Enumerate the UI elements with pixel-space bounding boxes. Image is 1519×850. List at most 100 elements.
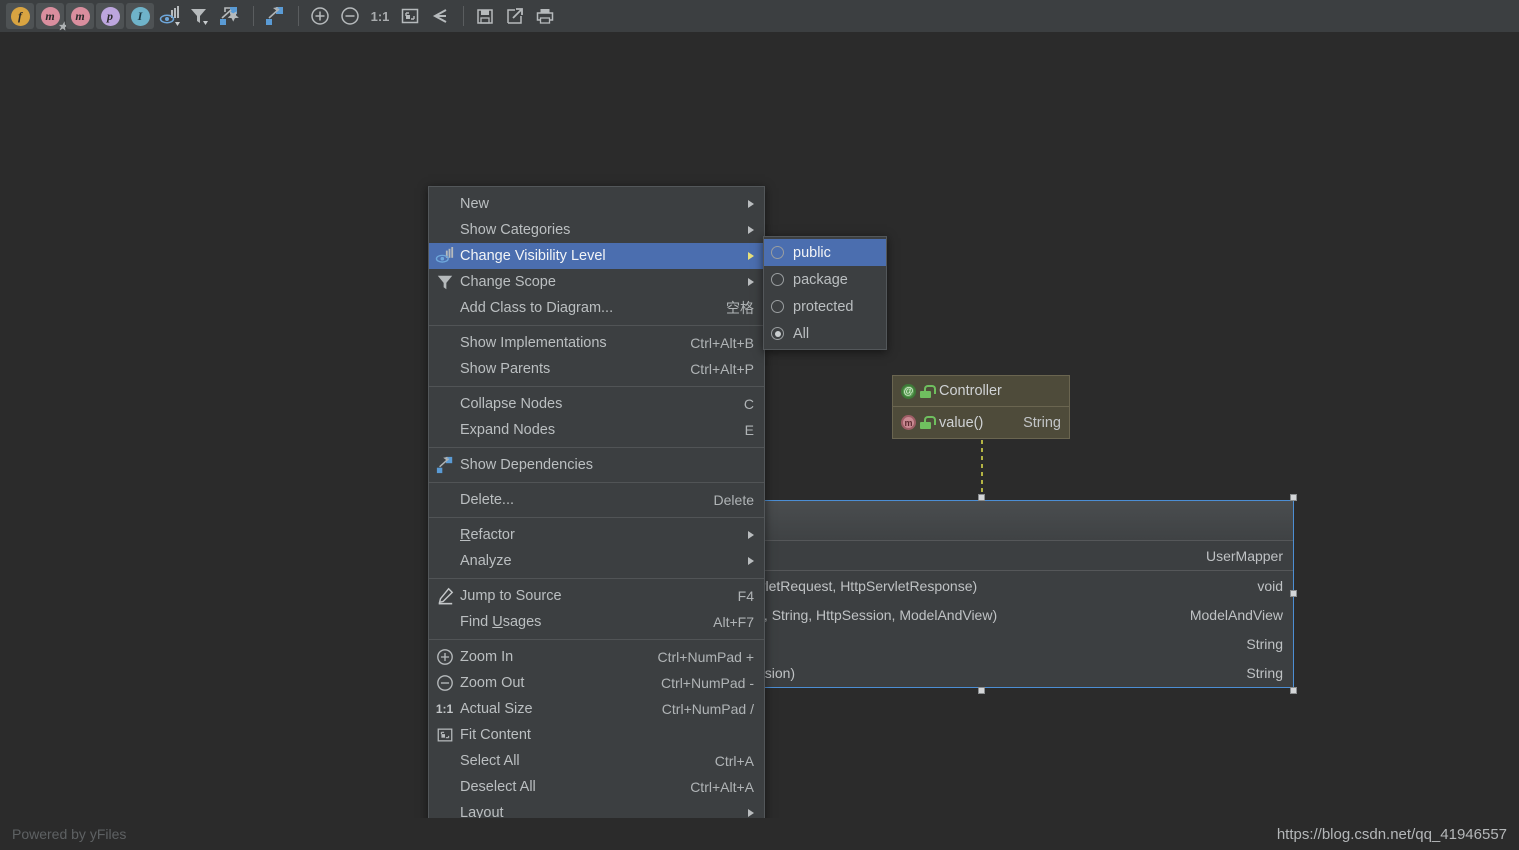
- menu-item-show-dependencies[interactable]: Show Dependencies: [429, 452, 764, 478]
- selection-handle-top-right[interactable]: [1290, 494, 1297, 501]
- fit-content-icon: [400, 6, 420, 26]
- filter-funnel-icon: [429, 271, 460, 293]
- class-node[interactable]: Controller er UserMapper ode(HttpServlet…: [672, 500, 1294, 688]
- zoom-in-button[interactable]: [306, 3, 334, 29]
- status-bar: Powered by yFiles https://blog.csdn.net/…: [0, 818, 1519, 850]
- radio-button-icon[interactable]: [771, 273, 784, 286]
- apply-layout-icon: [430, 6, 450, 26]
- visibility-option-label: protected: [793, 298, 854, 315]
- menu-item-refactor[interactable]: Refactor: [429, 522, 764, 548]
- show-methods-toggle[interactable]: m: [66, 3, 94, 29]
- change-scope-button[interactable]: [186, 3, 214, 29]
- menu-item-deselect-all[interactable]: Deselect All Ctrl+Alt+A: [429, 774, 764, 800]
- menu-item-show-categories[interactable]: Show Categories: [429, 217, 764, 243]
- menu-item-jump-to-source[interactable]: Jump to Source F4: [429, 583, 764, 609]
- menu-item-delete[interactable]: Delete... Delete: [429, 487, 764, 513]
- menu-item-shortcut: Ctrl+NumPad -: [661, 675, 754, 691]
- toolbar-separator-3: [463, 6, 464, 26]
- menu-item-expand-nodes[interactable]: Expand Nodes E: [429, 417, 764, 443]
- class-field-row[interactable]: er UserMapper: [673, 541, 1293, 570]
- show-constructors-toggle[interactable]: m: [36, 3, 67, 32]
- class-method-row[interactable]: String, String, String, HttpSession, Mod…: [673, 600, 1293, 629]
- selection-handle-top[interactable]: [978, 494, 985, 501]
- diagram-editor-root: f m m p I 1:1 @ Controller m value() Str…: [0, 0, 1519, 850]
- menu-item-zoom-in[interactable]: Zoom In Ctrl+NumPad +: [429, 644, 764, 670]
- menu-item-actual-size[interactable]: 1:1 Actual Size Ctrl+NumPad /: [429, 696, 764, 722]
- menu-item-zoom-out[interactable]: Zoom Out Ctrl+NumPad -: [429, 670, 764, 696]
- menu-item-show-parents[interactable]: Show Parents Ctrl+Alt+P: [429, 356, 764, 382]
- menu-item-label: Show Categories: [460, 222, 571, 238]
- menu-item-show-implementations[interactable]: Show Implementations Ctrl+Alt+B: [429, 330, 764, 356]
- annotation-node[interactable]: @ Controller m value() String: [892, 375, 1070, 439]
- menu-item-shortcut: Ctrl+NumPad /: [661, 701, 754, 717]
- show-dependencies-button[interactable]: [216, 3, 244, 29]
- visibility-option-all[interactable]: All: [764, 320, 886, 347]
- class-node-methods-section: ode(HttpServletRequest, HttpServletRespo…: [673, 571, 1293, 687]
- menu-item-icon-empty: [429, 419, 460, 441]
- annotation-node-title: Controller: [939, 383, 1002, 399]
- visibility-option-public[interactable]: public: [764, 239, 886, 266]
- annotation-member-row[interactable]: m value() String: [893, 407, 1069, 438]
- radio-button-icon[interactable]: [771, 327, 784, 340]
- radio-button-icon[interactable]: [771, 246, 784, 259]
- annotation-at-icon: @: [901, 383, 916, 399]
- menu-separator: [429, 517, 764, 518]
- change-visibility-level-button[interactable]: [156, 3, 184, 29]
- eye-visibility-icon: [159, 6, 181, 26]
- selection-handle-bottom-right[interactable]: [1290, 687, 1297, 694]
- method-star-badge-icon: m: [40, 6, 67, 32]
- class-method-type: String: [1246, 664, 1283, 681]
- menu-item-label: Add Class to Diagram...: [460, 300, 614, 316]
- menu-item-shortcut: Ctrl+Alt+B: [690, 335, 754, 351]
- menu-item-change-scope[interactable]: Change Scope: [429, 269, 764, 295]
- eye-visibility-icon: [429, 245, 460, 267]
- actual-size-button[interactable]: 1:1: [366, 3, 394, 29]
- show-inner-classes-toggle[interactable]: I: [126, 3, 154, 29]
- show-fields-toggle[interactable]: f: [6, 3, 34, 29]
- menu-item-fit-content[interactable]: Fit Content: [429, 722, 764, 748]
- menu-item-analyze[interactable]: Analyze: [429, 548, 764, 574]
- class-method-row[interactable]: date(HttpSession) String: [673, 658, 1293, 687]
- class-field-type: UserMapper: [1205, 547, 1283, 564]
- menu-separator: [429, 447, 764, 448]
- apply-layout-button[interactable]: [426, 3, 454, 29]
- field-badge-icon: f: [10, 6, 30, 26]
- radio-button-icon[interactable]: [771, 300, 784, 313]
- zoom-out-button[interactable]: [336, 3, 364, 29]
- menu-item-label: Find Usages: [460, 614, 542, 630]
- visibility-level-submenu[interactable]: public package protected All: [763, 236, 887, 350]
- menu-item-add-class-to-diagram[interactable]: Add Class to Diagram... 空格: [429, 295, 764, 321]
- diagram-context-menu[interactable]: New Show Categories Change Visibility Lev…: [428, 186, 765, 850]
- visibility-option-protected[interactable]: protected: [764, 293, 886, 320]
- annotation-member-type: String: [1023, 414, 1061, 431]
- visibility-option-package[interactable]: package: [764, 266, 886, 293]
- selection-handle-right[interactable]: [1290, 590, 1297, 597]
- menu-item-shortcut: Ctrl+Alt+A: [690, 779, 754, 795]
- menu-item-select-all[interactable]: Select All Ctrl+A: [429, 748, 764, 774]
- print-button[interactable]: [531, 3, 559, 29]
- export-button[interactable]: [501, 3, 529, 29]
- class-method-row[interactable]: ode(HttpServletRequest, HttpServletRespo…: [673, 571, 1293, 600]
- show-properties-toggle[interactable]: p: [96, 3, 124, 29]
- menu-item-shortcut: Delete: [713, 492, 754, 508]
- menu-item-find-usages[interactable]: Find Usages Alt+F7: [429, 609, 764, 635]
- menu-item-label: Show Implementations: [460, 335, 607, 351]
- menu-item-icon-empty: [429, 297, 460, 319]
- menu-item-label: Actual Size: [460, 701, 533, 717]
- toolbar-separator-2: [298, 6, 299, 26]
- actual-size-icon: 1:1: [370, 8, 390, 24]
- menu-item-label: Show Parents: [460, 361, 551, 377]
- show-dependencies-alt-button[interactable]: [261, 3, 289, 29]
- menu-item-collapse-nodes[interactable]: Collapse Nodes C: [429, 391, 764, 417]
- class-method-row[interactable]: ) String: [673, 629, 1293, 658]
- fit-content-button[interactable]: [396, 3, 424, 29]
- class-node-title: Controller: [673, 501, 1293, 541]
- menu-item-new[interactable]: New: [429, 191, 764, 217]
- menu-item-label: Select All: [460, 753, 520, 769]
- menu-item-icon-empty: [429, 489, 460, 511]
- selection-handle-bottom[interactable]: [978, 687, 985, 694]
- pencil-icon: [429, 585, 460, 607]
- menu-item-change-visibility-level[interactable]: Change Visibility Level: [429, 243, 764, 269]
- dependencies-star-icon: [219, 6, 241, 26]
- save-diagram-button[interactable]: [471, 3, 499, 29]
